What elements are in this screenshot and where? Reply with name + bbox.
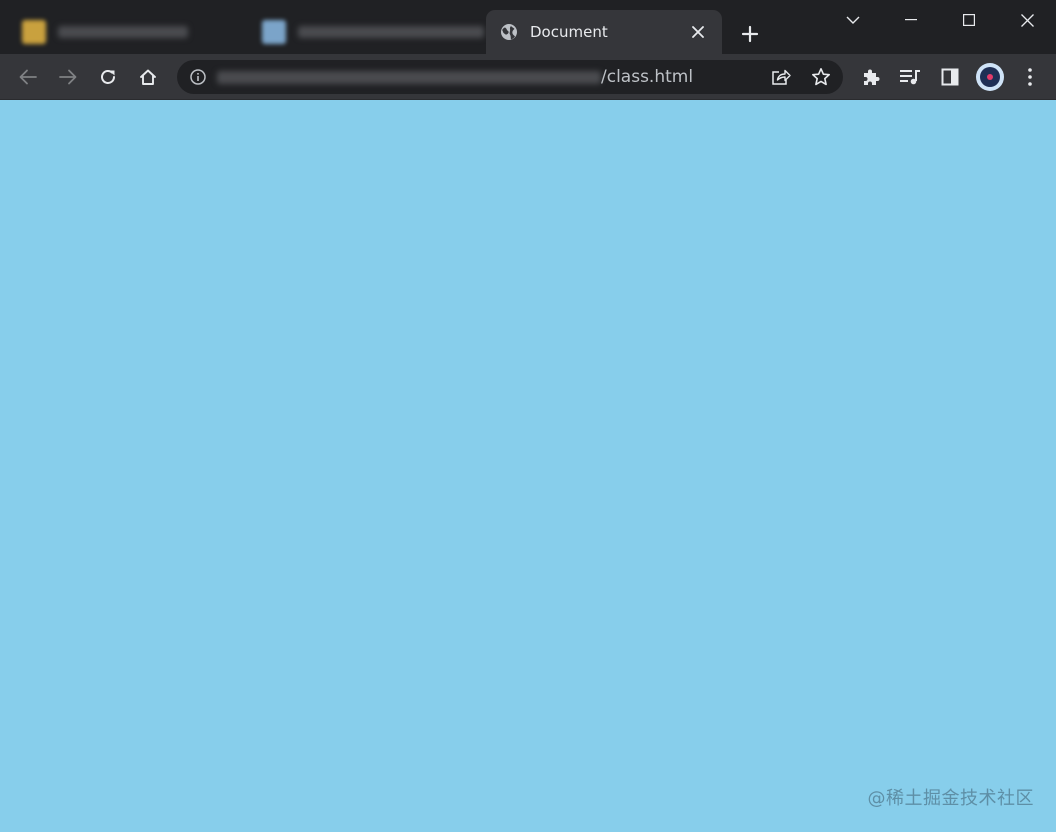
avatar-image: [980, 67, 1000, 87]
forward-arrow-icon: [59, 69, 77, 85]
tab-search-button[interactable]: [824, 0, 882, 40]
star-icon: [812, 68, 830, 86]
new-tab-button[interactable]: [736, 20, 764, 48]
window-controls: [824, 0, 1056, 40]
reload-icon: [101, 70, 115, 84]
media-queue-icon: [900, 70, 920, 85]
url-blurred-prefix: [217, 71, 601, 84]
tab-blurred-1[interactable]: [0, 10, 240, 54]
home-icon: [140, 69, 156, 85]
bookmark-button[interactable]: [809, 65, 833, 89]
media-button[interactable]: [894, 61, 926, 93]
side-panel-icon: [941, 68, 959, 86]
forward-button[interactable]: [52, 61, 84, 93]
tab-title-blurred: [58, 26, 188, 38]
maximize-icon: [963, 14, 975, 26]
menu-button[interactable]: [1014, 61, 1046, 93]
reload-button[interactable]: [92, 61, 124, 93]
watermark: @稀土掘金技术社区: [867, 788, 1034, 809]
minimize-icon: [905, 19, 917, 21]
minimize-button[interactable]: [882, 0, 940, 40]
back-button[interactable]: [12, 61, 44, 93]
plus-icon: [741, 25, 759, 43]
page-viewport: @稀土掘金技术社区: [0, 100, 1056, 832]
tab-document[interactable]: Document: [486, 10, 722, 54]
tab-search-icon: [846, 16, 860, 24]
globe-icon: [501, 24, 517, 40]
tab-favicon: [22, 20, 46, 44]
close-window-button[interactable]: [998, 0, 1056, 40]
tab-close-icon[interactable]: [688, 22, 708, 42]
profile-avatar[interactable]: [976, 63, 1004, 91]
side-panel-button[interactable]: [934, 61, 966, 93]
share-icon: [772, 69, 791, 85]
kebab-menu-icon: [1028, 68, 1032, 86]
tab-favicon: [262, 20, 286, 44]
maximize-button[interactable]: [940, 0, 998, 40]
close-icon: [1020, 13, 1034, 27]
extensions-button[interactable]: [855, 61, 887, 93]
tab-blurred-2[interactable]: [240, 10, 484, 54]
share-button[interactable]: [769, 65, 793, 89]
tab-strip: Document: [0, 0, 1056, 54]
home-button[interactable]: [132, 61, 164, 93]
tab-title: Document: [530, 23, 608, 41]
browser-window: Document /class.html @稀土掘金技术社区: [0, 0, 1056, 832]
tab-title-blurred: [297, 26, 484, 38]
puzzle-icon: [864, 69, 880, 85]
address-bar[interactable]: /class.html: [177, 60, 843, 94]
info-icon[interactable]: [189, 68, 207, 86]
avatar-dot: [987, 74, 993, 80]
browser-toolbar: /class.html: [0, 54, 1056, 100]
back-arrow-icon: [19, 69, 37, 85]
url-text[interactable]: /class.html: [601, 67, 693, 87]
